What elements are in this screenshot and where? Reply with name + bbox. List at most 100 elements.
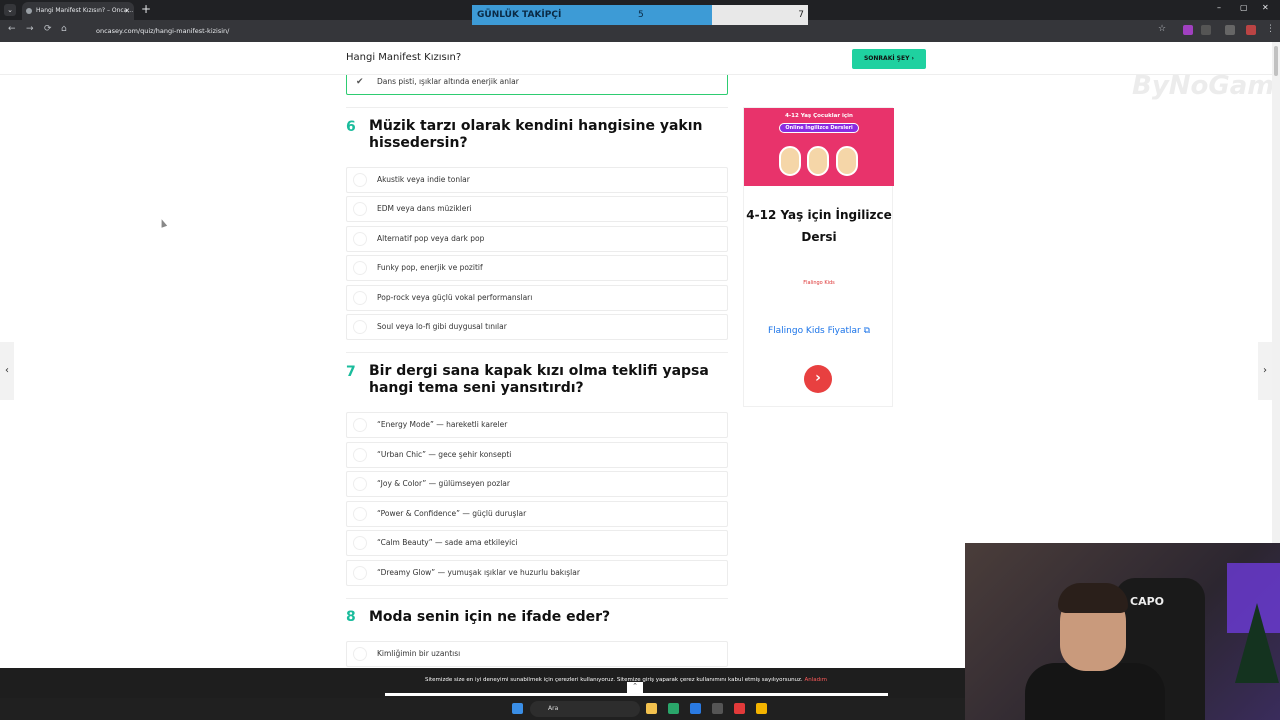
app-icon[interactable]: [690, 703, 701, 714]
bookmark-star-icon[interactable]: ☆: [1158, 24, 1166, 34]
answer-option[interactable]: Soul veya lo-fi gibi duygusal tınılar: [346, 314, 728, 340]
radio-icon: [353, 477, 367, 491]
ad-banner-image[interactable]: 4-12 Yaş Çocuklar için Online İngilizce …: [744, 108, 894, 186]
follower-current-count: 5: [638, 10, 644, 20]
extension-icon[interactable]: [1183, 25, 1193, 35]
extensions-puzzle-icon[interactable]: [1201, 25, 1211, 35]
sidebar-ad[interactable]: 4-12 Yaş Çocuklar için Online İngilizce …: [743, 107, 894, 407]
app-icon[interactable]: [712, 703, 723, 714]
radio-icon: [353, 536, 367, 550]
answer-option-label: “Energy Mode” — hareketli kareler: [377, 420, 508, 429]
ad-cta-arrow-button[interactable]: ›: [804, 365, 832, 393]
ad-headline[interactable]: 4-12 Yaş için İngilizce Dersi: [744, 204, 894, 248]
answer-option-label: “Dreamy Glow” — yumuşak ışıklar ve huzur…: [377, 568, 580, 577]
answer-option[interactable]: “Calm Beauty” — sade ama etkileyici: [346, 530, 728, 556]
question-text: Moda senin için ne ifade eder?: [369, 609, 611, 625]
child-photo: [807, 146, 829, 176]
watermark-logo: ByNoGame: [1132, 75, 1272, 101]
child-photo: [779, 146, 801, 176]
back-icon[interactable]: ←: [8, 24, 16, 34]
question-divider: [346, 598, 728, 599]
menu-kebab-icon[interactable]: ⋮: [1266, 24, 1275, 34]
question-number: 8: [346, 609, 356, 625]
tab-title: Hangi Manifest Kızısın? – Onca...: [36, 7, 134, 14]
chair-label: CAPO: [1130, 595, 1164, 608]
question-divider: [346, 352, 728, 353]
ad-link[interactable]: Flalingo Kids Fiyatlar ⧉: [744, 326, 894, 336]
site-header: Hangi Manifest Kızısın? SONRAKİ ŞEY ›: [0, 42, 1272, 75]
home-icon[interactable]: ⌂: [61, 24, 67, 34]
question-number: 6: [346, 119, 356, 135]
radio-icon: [353, 261, 367, 275]
app-icon[interactable]: [668, 703, 679, 714]
answer-option[interactable]: Akustik veya indie tonlar: [346, 167, 728, 193]
answer-option-label: EDM veya dans müzikleri: [377, 204, 472, 213]
radio-icon: [353, 448, 367, 462]
cookie-text-wrap: Sitemizde size en iyi deneyimi sunabilme…: [425, 677, 827, 683]
reload-icon[interactable]: ⟳: [44, 24, 52, 34]
answer-option[interactable]: Pop-rock veya güçlü vokal performansları: [346, 285, 728, 311]
radio-icon: [353, 320, 367, 334]
answer-option[interactable]: Kimliğimin bir uzantısı: [346, 641, 728, 667]
follower-goal-label: GÜNLÜK TAKİPÇİ: [477, 10, 562, 20]
tab-search-button[interactable]: ⌄: [4, 4, 16, 16]
taskbar-search[interactable]: Ara: [530, 701, 640, 717]
answer-option[interactable]: “Power & Confidence” — güçlü duruşlar: [346, 501, 728, 527]
answer-option-label: “Power & Confidence” — güçlü duruşlar: [377, 509, 527, 518]
close-window-icon[interactable]: ✕: [1262, 3, 1269, 12]
url-text: oncasey.com/quiz/hangi-manifest-kizisin/: [96, 27, 230, 35]
cookie-text: Sitemizde size en iyi deneyimi sunabilme…: [425, 677, 803, 683]
maximize-icon[interactable]: ▢: [1240, 3, 1248, 12]
windows-start-icon[interactable]: [512, 703, 523, 714]
question-text: Bir dergi sana kapak kızı olma teklifi y…: [369, 363, 709, 396]
answer-option-label: Akustik veya indie tonlar: [377, 175, 470, 184]
chevron-up-icon[interactable]: ⌃: [627, 682, 643, 694]
taskbar-search-label: Ara: [548, 705, 559, 712]
question-text: Müzik tarzı olarak kendini hangisine yak…: [369, 118, 703, 151]
next-page-arrow[interactable]: ›: [1258, 342, 1272, 400]
tab-close-icon[interactable]: ✕: [124, 2, 130, 20]
answer-option[interactable]: “Joy & Color” — gülümseyen pozlar: [346, 471, 728, 497]
mouse-cursor-icon: [158, 218, 168, 228]
cookie-accept-link[interactable]: Anladım: [804, 677, 827, 683]
answer-option-label: “Joy & Color” — gülümseyen pozlar: [377, 479, 510, 488]
profile-avatar-icon[interactable]: [1246, 25, 1256, 35]
app-icon[interactable]: [734, 703, 745, 714]
sidepanel-icon[interactable]: [1225, 25, 1235, 35]
answer-option-label: Funky pop, enerjik ve pozitif: [377, 263, 483, 272]
address-bar[interactable]: oncasey.com/quiz/hangi-manifest-kizisin/: [80, 23, 1080, 39]
christmas-tree: [1235, 603, 1279, 683]
next-thing-button[interactable]: SONRAKİ ŞEY ›: [852, 49, 926, 69]
answer-option[interactable]: EDM veya dans müzikleri: [346, 196, 728, 222]
answer-option-selected[interactable]: ✔ Dans pisti, ışıklar altında enerjik an…: [346, 75, 728, 95]
next-thing-label: SONRAKİ ŞEY: [863, 55, 910, 62]
answer-option[interactable]: Alternatif pop veya dark pop: [346, 226, 728, 252]
answer-option[interactable]: “Urban Chic” — gece şehir konsepti: [346, 442, 728, 468]
checkmark-icon: ✔: [356, 77, 364, 87]
webcam-overlay: CAPO: [965, 543, 1280, 720]
minimize-icon[interactable]: –: [1217, 3, 1221, 12]
answer-option[interactable]: “Dreamy Glow” — yumuşak ışıklar ve huzur…: [346, 560, 728, 586]
answer-option-label: Kimliğimin bir uzantısı: [377, 649, 461, 658]
question-divider: [346, 107, 728, 108]
answer-option-label: “Calm Beauty” — sade ama etkileyici: [377, 538, 518, 547]
file-explorer-icon[interactable]: [646, 703, 657, 714]
radio-icon: [353, 291, 367, 305]
external-link-icon: ⧉: [863, 326, 871, 336]
scrollbar-thumb[interactable]: [1274, 46, 1278, 76]
chrome-icon[interactable]: [756, 703, 767, 714]
ad-logo: Flalingo Kids: [803, 280, 835, 286]
new-tab-button[interactable]: +: [141, 2, 151, 16]
forward-icon[interactable]: →: [26, 24, 34, 34]
follower-goal-overlay: GÜNLÜK TAKİPÇİ 5 7: [472, 5, 808, 25]
radio-icon: [353, 566, 367, 580]
streamer-hair: [1058, 583, 1128, 613]
favicon-icon: [26, 8, 32, 14]
radio-icon: [353, 418, 367, 432]
answer-option[interactable]: “Energy Mode” — hareketli kareler: [346, 412, 728, 438]
prev-page-arrow[interactable]: ‹: [0, 342, 14, 400]
browser-tab[interactable]: Hangi Manifest Kızısın? – Onca... ✕: [22, 2, 134, 20]
answer-option-label: Soul veya lo-fi gibi duygusal tınılar: [377, 322, 507, 331]
answer-option[interactable]: Funky pop, enerjik ve pozitif: [346, 255, 728, 281]
radio-icon: [353, 507, 367, 521]
